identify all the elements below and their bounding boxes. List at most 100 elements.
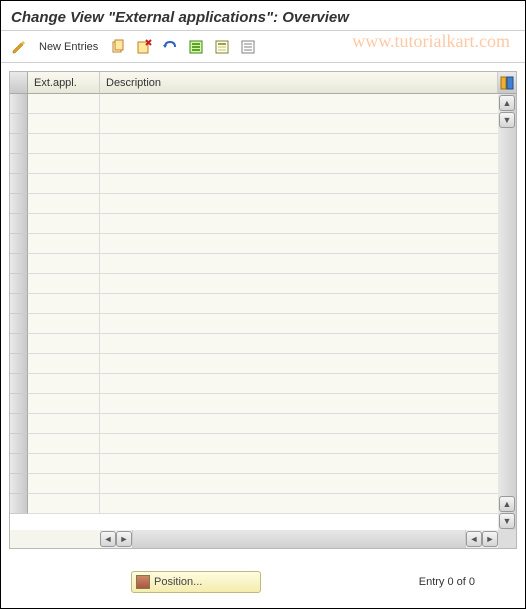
copy-button[interactable] (108, 37, 128, 57)
cell-description[interactable] (100, 394, 498, 414)
scroll-left-end-button[interactable]: ◄ (466, 531, 482, 547)
cell-ext-appl[interactable] (28, 114, 100, 134)
column-header-description[interactable]: Description (100, 72, 498, 94)
change-button[interactable] (9, 37, 29, 57)
cell-ext-appl[interactable] (28, 134, 100, 154)
cell-description[interactable] (100, 374, 498, 394)
table-row (10, 114, 498, 134)
cell-ext-appl[interactable] (28, 334, 100, 354)
cell-description[interactable] (100, 154, 498, 174)
row-selector[interactable] (10, 334, 28, 354)
position-button-label: Position... (154, 576, 202, 588)
cell-ext-appl[interactable] (28, 354, 100, 374)
row-selector[interactable] (10, 274, 28, 294)
cell-ext-appl[interactable] (28, 254, 100, 274)
cell-description[interactable] (100, 474, 498, 494)
cell-ext-appl[interactable] (28, 154, 100, 174)
cell-description[interactable] (100, 234, 498, 254)
cell-ext-appl[interactable] (28, 434, 100, 454)
row-selector[interactable] (10, 374, 28, 394)
deselect-button[interactable] (238, 37, 258, 57)
cell-description[interactable] (100, 314, 498, 334)
scroll-right-end-button[interactable]: ► (482, 531, 498, 547)
table-row (10, 174, 498, 194)
column-header-ext-appl[interactable]: Ext.appl. (28, 72, 100, 94)
table-row (10, 294, 498, 314)
cell-ext-appl[interactable] (28, 494, 100, 514)
cell-ext-appl[interactable] (28, 414, 100, 434)
cell-description[interactable] (100, 494, 498, 514)
cell-description[interactable] (100, 214, 498, 234)
select-block-button[interactable] (212, 37, 232, 57)
scroll-down-button[interactable]: ▼ (499, 112, 515, 128)
cell-description[interactable] (100, 194, 498, 214)
cell-ext-appl[interactable] (28, 454, 100, 474)
undo-icon (162, 39, 178, 55)
table: Ext.appl. Description ▲ ▼ ▲ ▼ ◄ ► ◄ ► (9, 71, 517, 549)
cell-description[interactable] (100, 354, 498, 374)
scroll-left-button[interactable]: ◄ (100, 531, 116, 547)
cell-description[interactable] (100, 434, 498, 454)
table-row (10, 374, 498, 394)
row-selector[interactable] (10, 154, 28, 174)
scroll-up-button[interactable]: ▲ (499, 95, 515, 111)
row-selector[interactable] (10, 214, 28, 234)
row-selector[interactable] (10, 314, 28, 334)
entry-count: Entry 0 of 0 (419, 576, 475, 588)
select-all-button[interactable] (186, 37, 206, 57)
row-selector[interactable] (10, 454, 28, 474)
cell-ext-appl[interactable] (28, 214, 100, 234)
select-all-rows[interactable] (10, 72, 28, 94)
cell-ext-appl[interactable] (28, 294, 100, 314)
delete-button[interactable] (134, 37, 154, 57)
scroll-right-button[interactable]: ► (116, 531, 132, 547)
hscroll-track[interactable] (132, 530, 466, 548)
row-selector[interactable] (10, 114, 28, 134)
cell-description[interactable] (100, 94, 498, 114)
table-row (10, 134, 498, 154)
row-selector[interactable] (10, 354, 28, 374)
row-selector[interactable] (10, 194, 28, 214)
cell-description[interactable] (100, 274, 498, 294)
cell-ext-appl[interactable] (28, 194, 100, 214)
cell-ext-appl[interactable] (28, 94, 100, 114)
cell-ext-appl[interactable] (28, 474, 100, 494)
row-selector[interactable] (10, 434, 28, 454)
scroll-down-end-button[interactable]: ▼ (499, 513, 515, 529)
cell-description[interactable] (100, 334, 498, 354)
new-entries-button[interactable]: New Entries (35, 39, 102, 55)
table-header: Ext.appl. Description (10, 72, 516, 94)
cell-description[interactable] (100, 174, 498, 194)
row-selector[interactable] (10, 254, 28, 274)
row-selector[interactable] (10, 414, 28, 434)
row-selector[interactable] (10, 474, 28, 494)
cell-ext-appl[interactable] (28, 374, 100, 394)
cell-ext-appl[interactable] (28, 274, 100, 294)
row-selector[interactable] (10, 234, 28, 254)
cell-description[interactable] (100, 134, 498, 154)
cell-ext-appl[interactable] (28, 234, 100, 254)
table-row (10, 454, 498, 474)
toolbar: New Entries (1, 31, 525, 63)
table-row (10, 94, 498, 114)
table-row (10, 194, 498, 214)
row-selector[interactable] (10, 294, 28, 314)
table-settings-button[interactable] (498, 72, 516, 94)
vertical-scrollbar[interactable]: ▲ ▼ ▲ ▼ (498, 94, 516, 530)
row-selector[interactable] (10, 94, 28, 114)
position-button[interactable]: Position... (131, 571, 261, 593)
scroll-up-end-button[interactable]: ▲ (499, 496, 515, 512)
cell-description[interactable] (100, 294, 498, 314)
row-selector[interactable] (10, 494, 28, 514)
row-selector[interactable] (10, 174, 28, 194)
row-selector[interactable] (10, 134, 28, 154)
cell-ext-appl[interactable] (28, 174, 100, 194)
cell-description[interactable] (100, 114, 498, 134)
cell-description[interactable] (100, 414, 498, 434)
undo-button[interactable] (160, 37, 180, 57)
cell-ext-appl[interactable] (28, 314, 100, 334)
cell-description[interactable] (100, 254, 498, 274)
cell-description[interactable] (100, 454, 498, 474)
cell-ext-appl[interactable] (28, 394, 100, 414)
row-selector[interactable] (10, 394, 28, 414)
